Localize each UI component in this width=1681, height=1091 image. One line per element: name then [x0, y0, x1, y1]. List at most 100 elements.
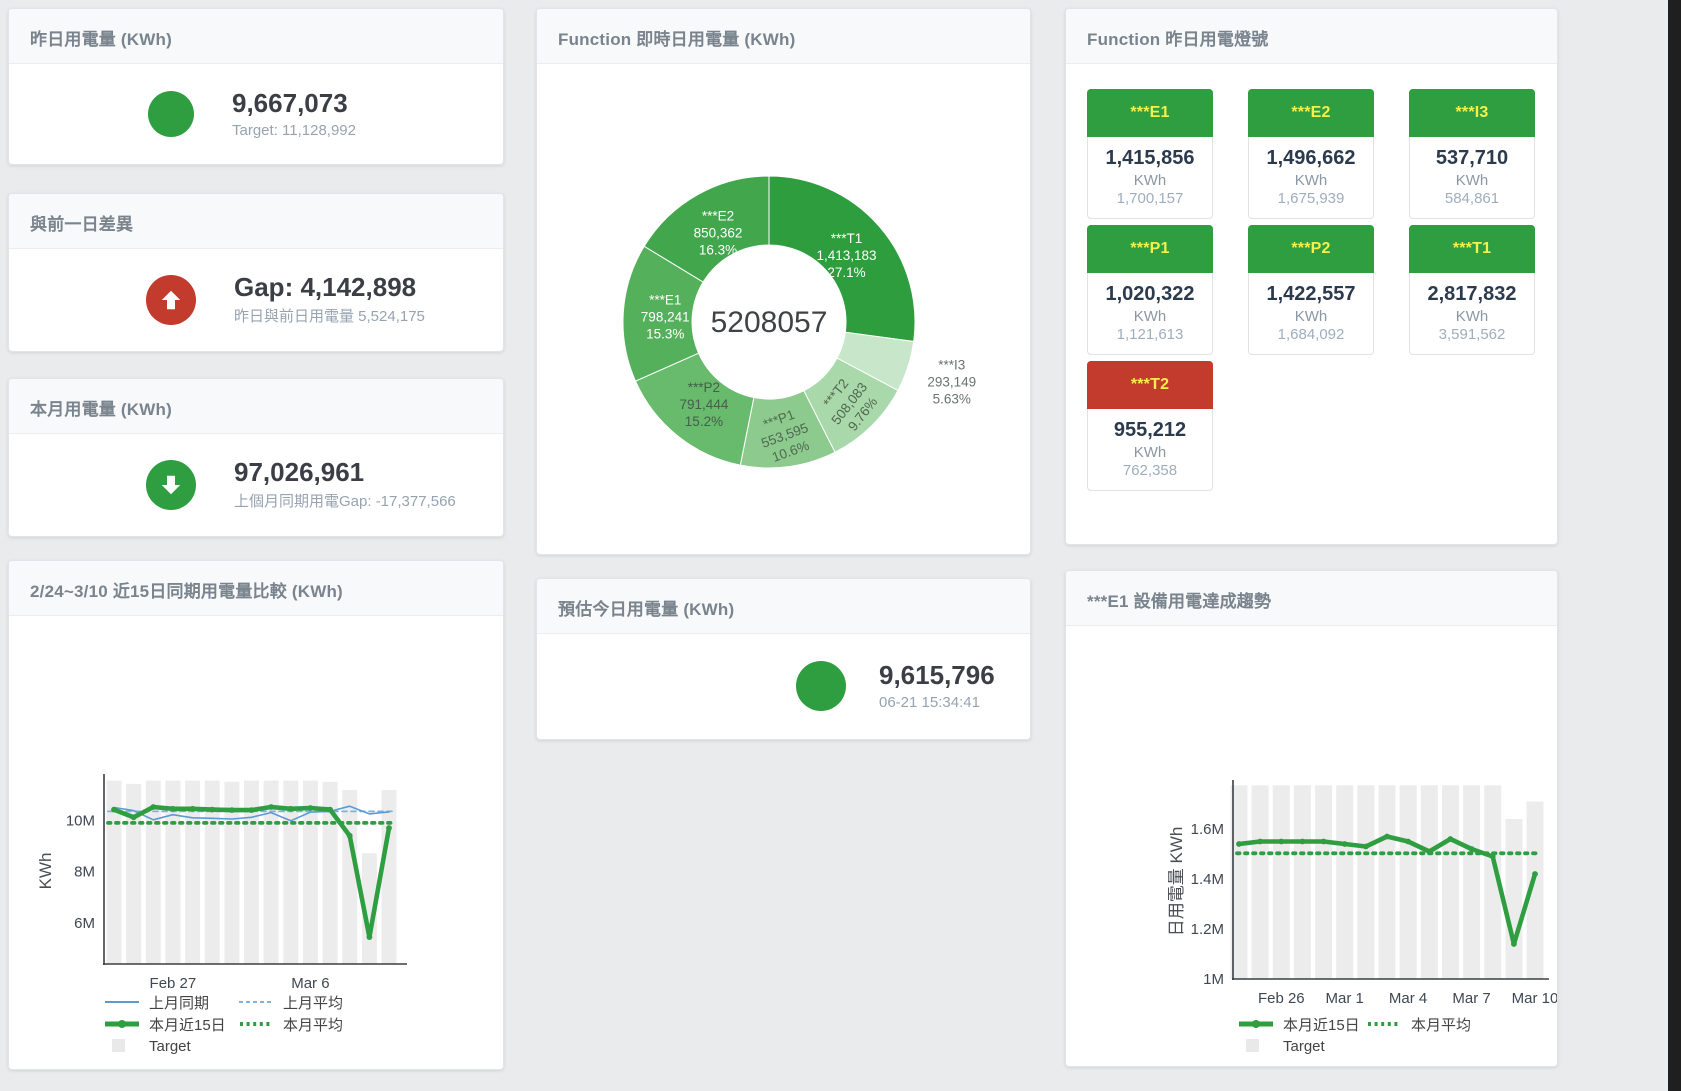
- stat-value: 9,667,073: [232, 89, 356, 119]
- chart-legend: 上月同期上月平均本月近15日本月平均Target: [104, 991, 372, 1057]
- target-bar: [1400, 785, 1417, 979]
- chart-legend: 本月近15日本月平均 Target: [1238, 1013, 1494, 1057]
- tile-body: 955,212KWh762,358: [1088, 409, 1212, 490]
- x-tick-label: Mar 6: [291, 975, 329, 992]
- series-point: [1490, 854, 1496, 860]
- target-bar: [1442, 785, 1459, 979]
- tile-target: 1,121,613: [1088, 326, 1212, 343]
- tile-T1: ***T1 2,817,832KWh3,591,562: [1409, 225, 1535, 355]
- series-point: [170, 806, 176, 812]
- tiles-grid: ***E11,415,856KWh1,700,157***E21,496,662…: [1066, 64, 1557, 516]
- legend-item-本月平均[interactable]: 本月平均: [1366, 1014, 1494, 1035]
- tile-body: 1,020,322KWh1,121,613: [1088, 273, 1212, 354]
- legend-item-上月同期[interactable]: 上月同期: [104, 992, 238, 1013]
- panel-day-gap: 與前一日差異 Gap: 4,142,898 昨日與前日用電量 5,524,175: [8, 193, 504, 352]
- stat-value: 97,026,961: [234, 458, 456, 488]
- tile-value: 2,817,832: [1410, 282, 1534, 307]
- tile-unit: KWh: [1410, 308, 1534, 325]
- y-tick-label: 1.6M: [1191, 821, 1224, 838]
- tile-body: 1,415,856KWh1,700,157: [1088, 137, 1212, 218]
- y-tick-label: 1.4M: [1191, 871, 1224, 888]
- status-circle-icon: [148, 91, 194, 137]
- arrow-down-icon: [146, 460, 196, 510]
- series-point: [1321, 839, 1327, 845]
- legend-item-本月平均[interactable]: 本月平均: [238, 1014, 372, 1035]
- series-point: [347, 833, 353, 839]
- legend-item-Target[interactable]: Target: [1238, 1038, 1366, 1055]
- arrow-up-icon: [146, 275, 196, 325]
- series-point: [209, 807, 215, 813]
- panel-function-status-tiles: Function 昨日用電燈號 ***E11,415,856KWh1,700,1…: [1065, 8, 1558, 545]
- legend-label: Target: [1283, 1038, 1325, 1055]
- panel-month-usage: 本月用電量 (KWh) 97,026,961 上個月同期用電Gap: -17,3…: [8, 378, 504, 537]
- x-tick-label: Mar 10: [1512, 990, 1557, 1007]
- series-point: [1405, 839, 1411, 845]
- legend-row: 本月近15日本月平均: [104, 1013, 372, 1035]
- series-point: [229, 807, 235, 813]
- series-point: [386, 825, 392, 831]
- series-point: [1469, 846, 1475, 852]
- stat-subtitle: 上個月同期用電Gap: -17,377,566: [234, 490, 456, 511]
- series-point: [1363, 844, 1369, 850]
- y-axis-label: KWh: [36, 853, 55, 890]
- x-tick-label: Mar 4: [1389, 990, 1427, 1007]
- stat-subtitle: Target: 11,128,992: [232, 122, 356, 139]
- donut-label: ***I3293,1495.63%: [927, 358, 976, 407]
- tile-target: 1,700,157: [1088, 190, 1212, 207]
- panel-title: 預估今日用電量 (KWh): [537, 579, 1030, 634]
- y-tick-label: 1.2M: [1191, 921, 1224, 938]
- target-bar: [1252, 785, 1269, 979]
- panel-function-realtime-donut: Function 即時日用電量 (KWh) ***T11,413,18327.1…: [536, 8, 1031, 555]
- series-point: [1384, 834, 1390, 840]
- y-tick-label: 8M: [74, 864, 95, 881]
- stat-value: 9,615,796: [879, 661, 995, 691]
- tile-unit: KWh: [1088, 308, 1212, 325]
- tile-header: ***P2: [1248, 225, 1374, 273]
- legend-row: 本月近15日本月平均: [1238, 1013, 1494, 1035]
- donut-svg: ***T11,413,18327.1%***I3293,1495.63%***T…: [537, 64, 1030, 544]
- legend-label: 上月同期: [149, 992, 209, 1013]
- stat-value: Gap: 4,142,898: [234, 273, 425, 303]
- legend-item-Target[interactable]: Target: [104, 1038, 238, 1055]
- legend-item-本月近15日[interactable]: 本月近15日: [1238, 1014, 1366, 1035]
- series-point: [268, 804, 274, 810]
- tile-T2: ***T2955,212KWh762,358: [1087, 361, 1213, 491]
- x-tick-label: Feb 26: [1258, 990, 1305, 1007]
- target-bar: [1294, 785, 1311, 979]
- legend-item-上月平均[interactable]: 上月平均: [238, 992, 372, 1013]
- scrollbar[interactable]: [1668, 0, 1681, 1091]
- y-tick-label: 10M: [66, 812, 95, 829]
- tile-unit: KWh: [1249, 172, 1373, 189]
- target-bar: [1421, 785, 1438, 979]
- tile-value: 1,422,557: [1249, 282, 1373, 307]
- panel-title: 與前一日差異: [9, 194, 503, 249]
- series-point: [327, 807, 333, 813]
- series-point: [308, 805, 314, 811]
- tile-target: 3,591,562: [1410, 326, 1534, 343]
- panel-title: Function 昨日用電燈號: [1066, 9, 1557, 64]
- tile-body: 537,710KWh584,861: [1410, 137, 1534, 218]
- series-point: [1532, 871, 1538, 877]
- x-tick-label: Mar 7: [1452, 990, 1490, 1007]
- tile-header: ***T1: [1409, 225, 1535, 273]
- tile-body: 1,496,662KWh1,675,939: [1249, 137, 1373, 218]
- series-point: [288, 806, 294, 812]
- tile-value: 1,415,856: [1088, 146, 1212, 171]
- tile-unit: KWh: [1088, 444, 1212, 461]
- tile-value: 955,212: [1088, 418, 1212, 443]
- tile-P2: ***P21,422,557KWh1,684,092: [1248, 225, 1374, 355]
- tile-E2: ***E21,496,662KWh1,675,939: [1248, 89, 1374, 219]
- target-bar: [1336, 785, 1353, 979]
- target-bar: [1379, 785, 1396, 979]
- stat-subtitle: 昨日與前日用電量 5,524,175: [234, 305, 425, 326]
- tile-header: ***E2: [1248, 89, 1374, 137]
- tile-target: 1,684,092: [1249, 326, 1373, 343]
- series-point: [1236, 841, 1242, 847]
- legend-row: 上月同期 上月平均: [104, 991, 372, 1013]
- legend-item-本月近15日[interactable]: 本月近15日: [104, 1014, 238, 1035]
- panel-title: 本月用電量 (KWh): [9, 379, 503, 434]
- y-tick-label: 1M: [1203, 971, 1224, 988]
- legend-label: 上月平均: [283, 992, 343, 1013]
- legend-row: Target: [104, 1035, 372, 1057]
- series-point: [150, 804, 156, 810]
